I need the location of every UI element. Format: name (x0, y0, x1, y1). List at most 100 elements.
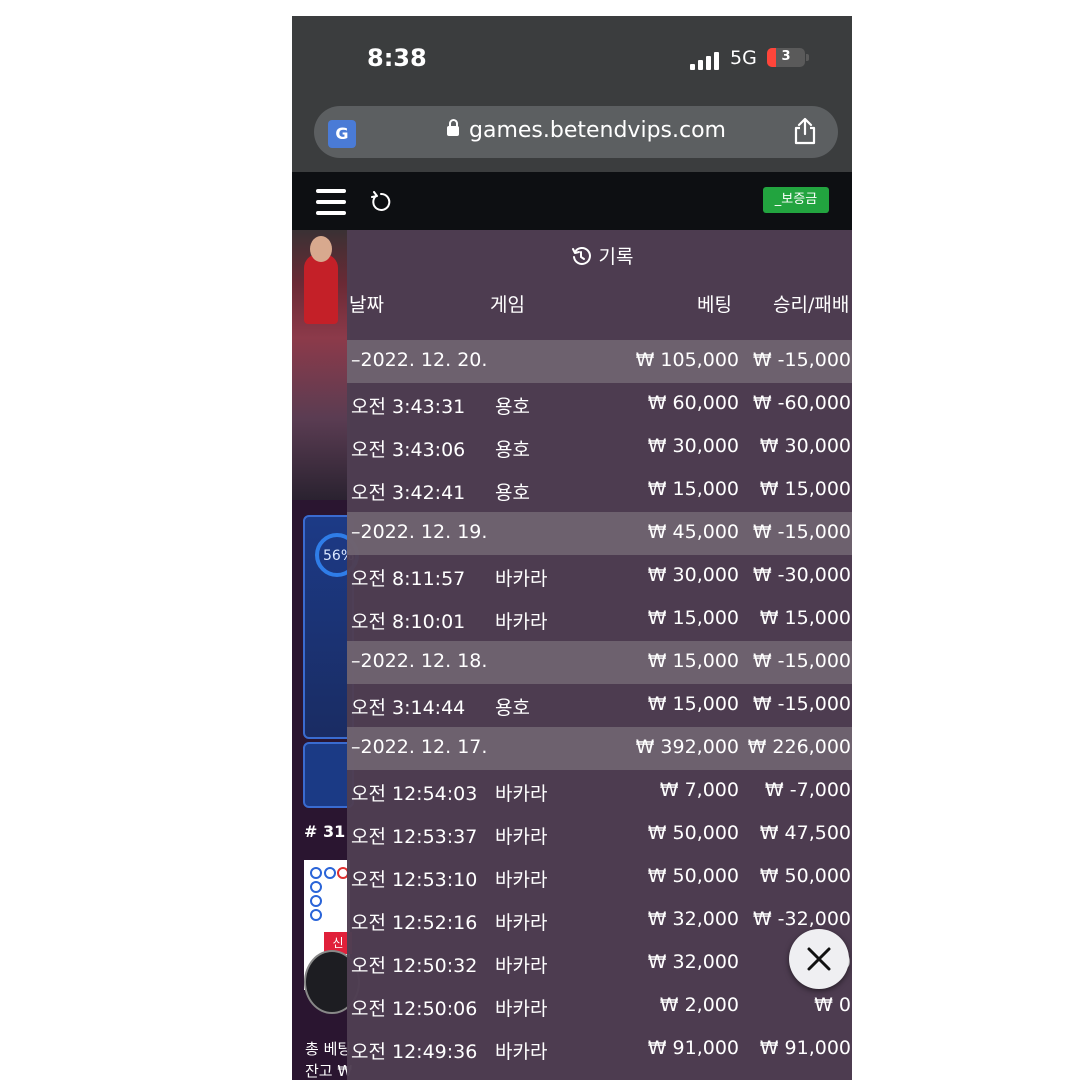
history-time: 오전 3:43:31 (351, 396, 466, 418)
history-date: –2022. 12. 20. (351, 349, 488, 371)
history-item-row: 오전 3:14:44 용호 ₩ 15,000 ₩ -15,000 (347, 684, 852, 727)
url-bar[interactable]: G games.betendvips.com (314, 106, 838, 158)
history-result-total: ₩ -15,000 (752, 521, 851, 543)
browser-chrome: G games.betendvips.com (292, 106, 852, 172)
history-bet-total: ₩ 45,000 (647, 521, 739, 543)
history-bet-total: ₩ 392,000 (635, 736, 739, 758)
history-item-row: 오전 12:50:06 바카라 ₩ 2,000 ₩ 0 (347, 985, 852, 1028)
column-header-game: 게임 (490, 294, 525, 316)
history-bet: ₩ 30,000 (647, 564, 739, 586)
history-time: 오전 12:54:03 (351, 783, 478, 805)
deposit-button[interactable]: _보증금 (763, 187, 829, 213)
history-title-bar: 기록 (347, 242, 852, 269)
history-game: 용호 (495, 439, 530, 461)
battery-level: 3 (781, 49, 791, 64)
status-bar: 8:38 5G 3 (292, 16, 852, 106)
history-time: 오전 3:43:06 (351, 439, 466, 461)
history-time: 오전 12:52:16 (351, 912, 478, 934)
history-game: 바카라 (495, 826, 548, 848)
history-result: ₩ -32,000 (752, 908, 851, 930)
history-item-row: 오전 12:52:16 바카라 ₩ 32,000 ₩ -32,000 (347, 899, 852, 942)
history-game: 용호 (495, 396, 530, 418)
url-text[interactable]: games.betendvips.com (469, 118, 726, 143)
history-game: 바카라 (495, 912, 548, 934)
history-item-row: 오전 3:43:06 용호 ₩ 30,000 ₩ 30,000 (347, 426, 852, 469)
history-time: 오전 8:11:57 (351, 568, 466, 590)
history-bet: ₩ 50,000 (647, 865, 739, 887)
dealer-head (310, 236, 332, 262)
history-bet: ₩ 32,000 (647, 908, 739, 930)
history-item-row: 오전 12:54:03 바카라 ₩ 7,000 ₩ -7,000 (347, 770, 852, 813)
phone-screen: 8:38 5G 3 G games.betendvips.com _보증금 56… (292, 16, 852, 1080)
bottom-info: 총 베팅 잔고 ₩ (305, 1038, 352, 1080)
history-game: 바카라 (495, 1041, 548, 1063)
history-bet: ₩ 30,000 (647, 435, 739, 457)
app-header: _보증금 (292, 172, 852, 230)
history-bet: ₩ 2,000 (659, 994, 739, 1016)
history-result: ₩ -7,000 (764, 779, 851, 801)
column-header-result: 승리/패배 (773, 294, 850, 316)
history-time: 오전 12:49:36 (351, 1041, 478, 1063)
dealer-video (292, 230, 350, 500)
history-bet: ₩ 50,000 (647, 822, 739, 844)
history-title: 기록 (598, 246, 634, 268)
history-result: ₩ 0 (814, 994, 851, 1016)
history-time: 오전 12:50:32 (351, 955, 478, 977)
battery-icon: 3 (767, 48, 809, 67)
signal-icon (690, 52, 720, 70)
history-bet: ₩ 15,000 (647, 607, 739, 629)
history-time: 오전 12:53:37 (351, 826, 478, 848)
history-game: 용호 (495, 697, 530, 719)
history-bet-total: ₩ 105,000 (635, 349, 739, 371)
status-time: 8:38 (367, 44, 427, 72)
history-time: 오전 3:42:41 (351, 482, 466, 504)
reload-icon[interactable] (370, 191, 392, 213)
history-icon (571, 247, 591, 265)
history-bet: ₩ 15,000 (647, 478, 739, 500)
history-result: ₩ -30,000 (752, 564, 851, 586)
history-time: 오전 12:53:10 (351, 869, 478, 891)
history-result: ₩ 50,000 (759, 865, 851, 887)
history-item-row: 오전 3:42:41 용호 ₩ 15,000 ₩ 15,000 (347, 469, 852, 512)
history-bet: ₩ 7,000 (659, 779, 739, 801)
history-game: 바카라 (495, 783, 548, 805)
history-item-row: 오전 3:43:31 용호 ₩ 60,000 ₩ -60,000 (347, 383, 852, 426)
history-date: –2022. 12. 17. (351, 736, 488, 758)
share-icon[interactable] (792, 117, 818, 145)
history-item-row: 오전 12:50:32바카라₩ 32,000₩ 0 (347, 942, 852, 985)
history-result: ₩ -60,000 (752, 392, 851, 414)
close-button[interactable] (789, 929, 849, 989)
history-game: 바카라 (495, 568, 548, 590)
history-bet-total: ₩ 15,000 (647, 650, 739, 672)
total-bet-label: 총 베팅 (305, 1040, 352, 1058)
history-item-row: 오전 12:49:36 바카라 ₩ 91,000 ₩ 91,000 (347, 1028, 852, 1071)
history-game: 바카라 (495, 869, 548, 891)
history-result: ₩ 91,000 (759, 1037, 851, 1059)
hamburger-menu-icon[interactable] (316, 189, 346, 215)
history-bet: ₩ 32,000 (647, 951, 739, 973)
history-item-row: 오전 8:10:01 바카라 ₩ 15,000 ₩ 15,000 (347, 598, 852, 641)
history-game: 바카라 (495, 955, 548, 977)
history-date: –2022. 12. 18. (351, 650, 488, 672)
history-game: 용호 (495, 482, 530, 504)
history-result: ₩ -15,000 (752, 693, 851, 715)
history-result: ₩ 15,000 (759, 607, 851, 629)
history-panel: 기록 날짜 게임 베팅 승리/패배 –2022. 12. 20. ₩ 105,00… (347, 230, 852, 1080)
column-header-bet: 베팅 (697, 294, 732, 316)
history-date-row: –2022. 12. 19. ₩ 45,000 ₩ -15,000 (347, 512, 852, 555)
history-time: 오전 12:50:06 (351, 998, 478, 1020)
history-item-row: 오전 12:53:37 바카라 ₩ 50,000 ₩ 47,500 (347, 813, 852, 856)
history-game: 바카라 (495, 611, 548, 633)
history-date-row: –2022. 12. 17. ₩ 392,000 ₩ 226,000 (347, 727, 852, 770)
history-result-total: ₩ -15,000 (752, 650, 851, 672)
dealer-figure (304, 254, 338, 324)
round-label: # 31 (304, 822, 346, 841)
history-date: –2022. 12. 19. (351, 521, 488, 543)
history-date-row: –2022. 12. 20. ₩ 105,000 ₩ -15,000 (347, 340, 852, 383)
history-bet: ₩ 91,000 (647, 1037, 739, 1059)
translate-icon[interactable]: G (328, 120, 356, 148)
network-type: 5G (730, 47, 757, 69)
history-date-row: –2022. 12. 18. ₩ 15,000 ₩ -15,000 (347, 641, 852, 684)
history-item-row: 오전 8:11:57 바카라 ₩ 30,000 ₩ -30,000 (347, 555, 852, 598)
history-item-row: 오전 12:53:10 바카라 ₩ 50,000 ₩ 50,000 (347, 856, 852, 899)
